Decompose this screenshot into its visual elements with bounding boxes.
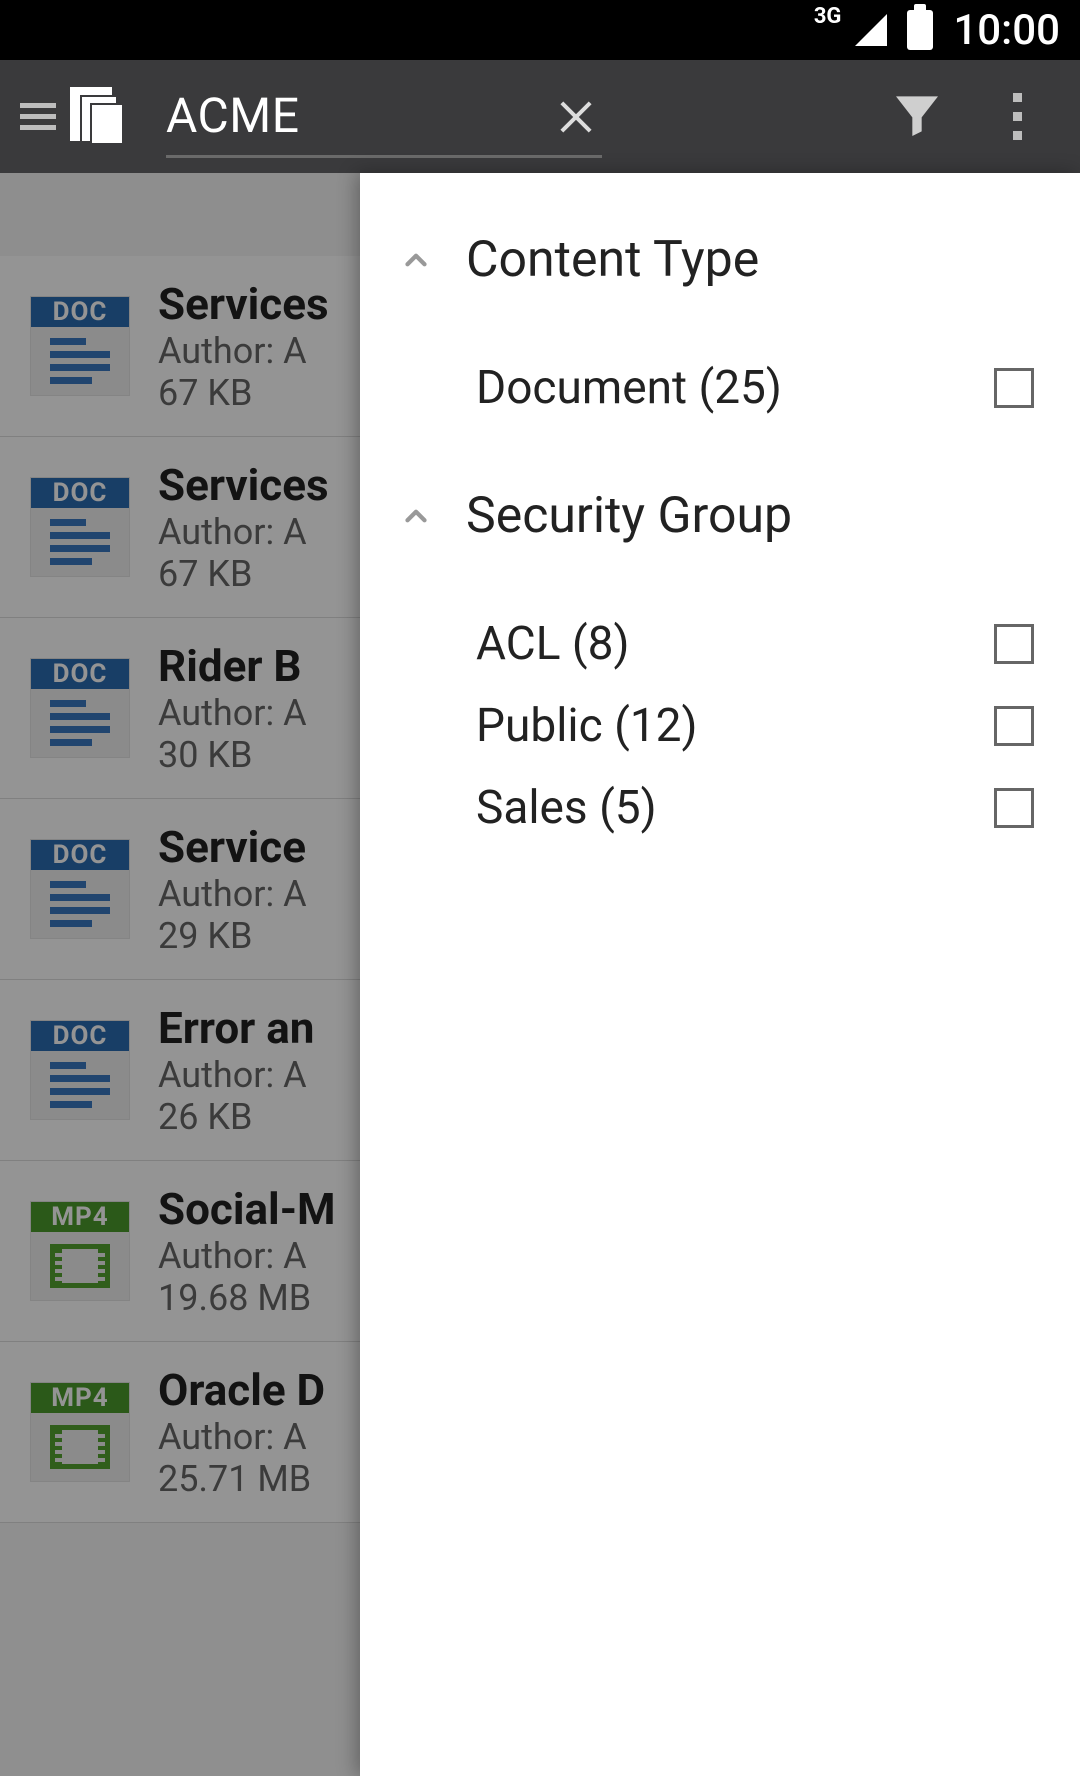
filter-checkbox[interactable] — [994, 624, 1034, 664]
filter-group-header[interactable]: Security Group — [360, 459, 1080, 573]
filter-option-label: ACL (8) — [476, 617, 974, 671]
filter-group-header[interactable]: Content Type — [360, 203, 1080, 317]
filter-option-label: Document (25) — [476, 361, 974, 415]
filter-checkbox[interactable] — [994, 788, 1034, 828]
filter-checkbox[interactable] — [994, 368, 1034, 408]
filter-option[interactable]: Document (25) — [360, 347, 1080, 429]
filter-panel: Content Type Document (25) Security Group A… — [360, 173, 1080, 1776]
filter-option-label: Sales (5) — [476, 781, 974, 835]
chevron-up-icon — [396, 240, 436, 280]
app-toolbar: ACME — [0, 60, 1080, 173]
filter-option[interactable]: Sales (5) — [360, 767, 1080, 849]
status-bar: 3G 10:00 — [0, 0, 1080, 60]
filter-checkbox[interactable] — [994, 706, 1034, 746]
search-input[interactable]: ACME — [166, 76, 602, 158]
clock: 10:00 — [953, 6, 1060, 55]
battery-icon — [907, 10, 933, 50]
hamburger-menu-icon[interactable] — [20, 97, 56, 136]
overflow-menu-icon[interactable] — [1005, 93, 1030, 140]
signal-icon — [855, 14, 887, 46]
filter-group-title: Content Type — [466, 231, 759, 289]
filter-group-title: Security Group — [466, 487, 792, 545]
chevron-up-icon — [396, 496, 436, 536]
clear-search-icon[interactable] — [560, 99, 592, 131]
search-value: ACME — [166, 87, 546, 144]
network-3g-label: 3G — [814, 4, 842, 29]
filter-option-label: Public (12) — [476, 699, 974, 753]
filter-icon[interactable] — [889, 87, 945, 147]
filter-option[interactable]: ACL (8) — [360, 603, 1080, 685]
documents-icon[interactable] — [70, 87, 130, 147]
filter-option[interactable]: Public (12) — [360, 685, 1080, 767]
